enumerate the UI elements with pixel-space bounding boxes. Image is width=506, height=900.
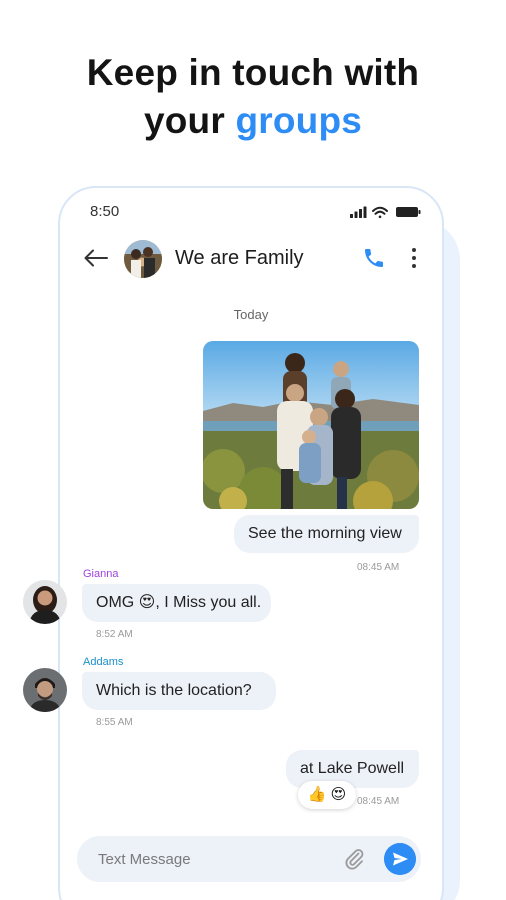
message-time: 08:45 AM — [357, 796, 400, 807]
family-photo[interactable] — [203, 341, 419, 509]
sender-name: Addams — [83, 656, 124, 668]
signal-icon — [350, 206, 367, 218]
arrow-left-icon[interactable] — [82, 246, 110, 270]
message-time: 08:45 AM — [357, 562, 400, 573]
chat-title[interactable]: We are Family — [175, 247, 304, 270]
paperclip-icon[interactable] — [342, 847, 366, 871]
group-avatar[interactable] — [124, 240, 162, 278]
message-time: 8:55 AM — [96, 717, 133, 728]
send-icon[interactable] — [384, 843, 416, 875]
status-time: 8:50 — [90, 203, 120, 220]
status-icons — [350, 206, 421, 219]
phone-icon[interactable] — [362, 246, 386, 270]
headline-prefix: your — [143, 100, 236, 141]
headline-line-2: your groups — [0, 100, 506, 142]
headline-line-1: Keep in touch with — [86, 52, 420, 93]
message-reactions[interactable]: 👍 😍 — [298, 781, 356, 809]
message-bubble-incoming[interactable]: Which is the location? — [82, 672, 276, 710]
headline-accent: groups — [235, 100, 363, 141]
message-bubble-outgoing[interactable]: See the morning view — [234, 515, 419, 553]
wifi-icon — [372, 206, 388, 219]
message-input[interactable] — [98, 847, 318, 871]
more-vertical-icon[interactable] — [406, 246, 422, 270]
sender-name: Gianna — [83, 568, 119, 580]
avatar-addams[interactable] — [23, 668, 67, 712]
day-separator: Today — [233, 307, 269, 322]
battery-icon — [396, 207, 421, 217]
message-bubble-incoming[interactable]: OMG 😍, I Miss you all. — [82, 584, 271, 622]
avatar-gianna[interactable] — [23, 580, 67, 624]
message-time: 8:52 AM — [96, 629, 133, 640]
